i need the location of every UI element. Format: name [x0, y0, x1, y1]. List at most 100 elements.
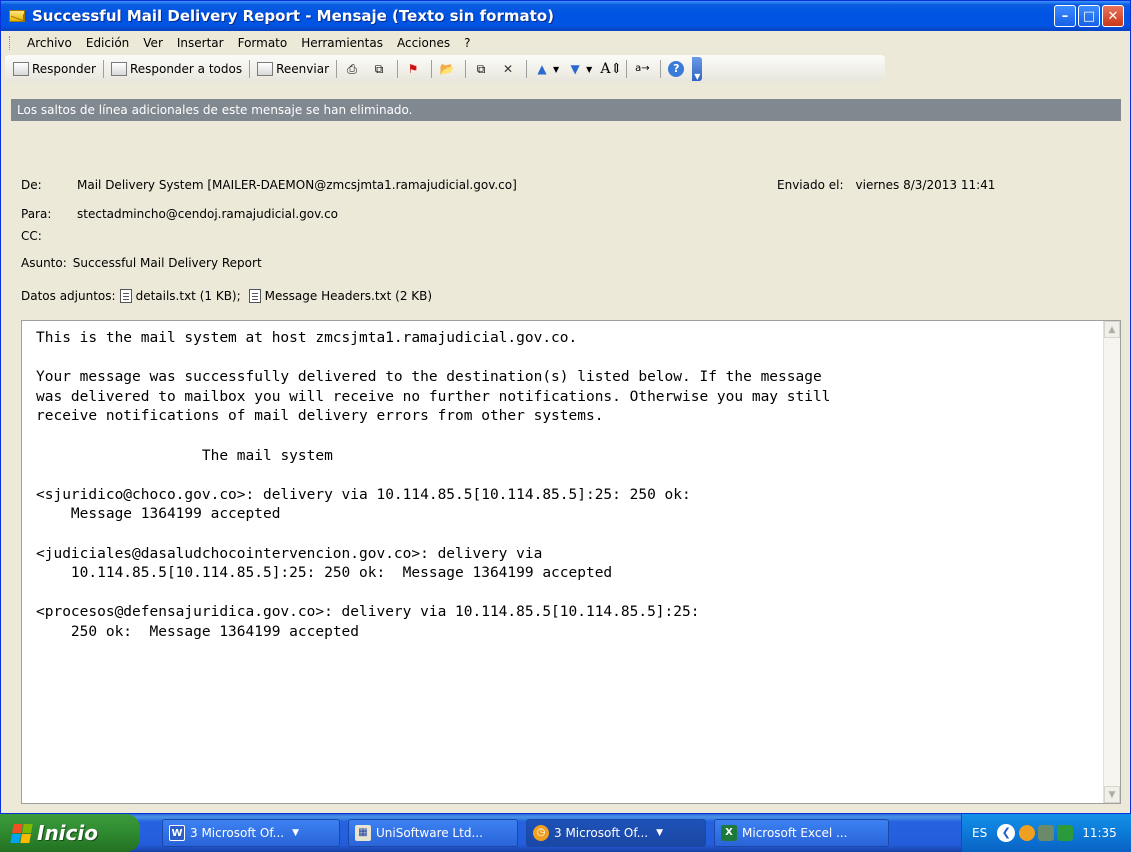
down-arrow-icon: ▼: [570, 62, 580, 76]
open-folder-button[interactable]: 📂: [435, 58, 462, 80]
toolbar-separator: [626, 60, 628, 78]
dropdown-icon: ▼: [553, 64, 560, 74]
language-indicator[interactable]: ES: [972, 826, 987, 840]
antivirus-icon[interactable]: [1057, 825, 1074, 841]
start-button[interactable]: Inicio: [0, 814, 140, 852]
outlook-icon: ◷: [533, 825, 549, 841]
show-hidden-icons-icon[interactable]: ❮: [997, 824, 1016, 842]
clock[interactable]: 11:35: [1082, 826, 1117, 840]
subject-value: Successful Mail Delivery Report: [72, 256, 262, 270]
envelope-icon: [9, 10, 25, 22]
task-excel[interactable]: X Microsoft Excel ...: [714, 819, 889, 847]
delete-icon: ✕: [502, 62, 514, 76]
window-title: Successful Mail Delivery Report - Mensaj…: [32, 7, 554, 25]
menu-archivo[interactable]: Archivo: [20, 34, 79, 52]
encoding-button[interactable]: a→: [630, 58, 657, 80]
attachments-row: Datos adjuntos: details.txt (1 KB); Mess…: [21, 289, 432, 303]
menu-insertar[interactable]: Insertar: [170, 34, 231, 52]
dropdown-icon: ▼: [586, 64, 593, 74]
toolbar-separator: [465, 60, 467, 78]
dropdown-icon: ▼: [656, 828, 664, 838]
next-button[interactable]: ▼ ▼: [563, 58, 596, 80]
from-row: De: Mail Delivery System [MAILER-DAEMON@…: [21, 178, 517, 192]
delete-button[interactable]: ✕: [496, 58, 523, 80]
forward-label: Reenviar: [276, 62, 330, 76]
sent-label: Enviado el:: [777, 178, 844, 192]
taskbar: Inicio W 3 Microsoft Of... ▼ ▦ UniSoftwa…: [0, 814, 1131, 852]
vertical-scrollbar[interactable]: ▲ ▼: [1103, 321, 1120, 803]
info-bar[interactable]: Los saltos de línea adicionales de este …: [11, 99, 1121, 121]
message-window: Successful Mail Delivery Report - Mensaj…: [0, 0, 1131, 814]
reply-label: Responder: [32, 62, 96, 76]
dropdown-icon: ▼: [292, 828, 300, 838]
forward-button[interactable]: Reenviar: [253, 58, 333, 80]
start-label: Inicio: [37, 821, 98, 845]
close-button[interactable]: ✕: [1102, 5, 1124, 27]
print-button[interactable]: ⎙: [340, 58, 367, 80]
font-size-icon: A⇕: [600, 61, 623, 77]
subject-label: Asunto:: [21, 256, 67, 270]
app-icon: ▦: [355, 825, 371, 841]
system-tray: ES ❮ 11:35: [961, 814, 1131, 852]
standard-toolbar: Responder Responder a todos Reenviar ⎙ ⧉…: [5, 55, 885, 83]
menu-grip[interactable]: [9, 36, 12, 50]
menu-ver[interactable]: Ver: [136, 34, 170, 52]
from-value[interactable]: Mail Delivery System [MAILER-DAEMON@zmcs…: [77, 178, 517, 192]
toolbar-separator: [336, 60, 338, 78]
title-bar[interactable]: Successful Mail Delivery Report - Mensaj…: [1, 1, 1130, 31]
network-icon[interactable]: [1038, 825, 1055, 841]
encoding-icon: a→: [635, 63, 650, 74]
task-label: UniSoftware Ltd...: [376, 826, 483, 840]
menu-herramientas[interactable]: Herramientas: [294, 34, 390, 52]
toolbar-options-icon[interactable]: ▼: [692, 57, 703, 81]
attachment-message-headers[interactable]: Message Headers.txt (2 KB): [265, 289, 432, 303]
previous-button[interactable]: ▲ ▼: [530, 58, 563, 80]
attachments-label: Datos adjuntos:: [21, 289, 116, 303]
menu-formato[interactable]: Formato: [231, 34, 295, 52]
task-unisoftware[interactable]: ▦ UniSoftware Ltd...: [348, 819, 518, 847]
minimize-button[interactable]: –: [1054, 5, 1076, 27]
font-size-button[interactable]: A⇕: [596, 58, 623, 80]
task-outlook[interactable]: ◷ 3 Microsoft Of... ▼: [526, 819, 706, 847]
toolbar-separator: [397, 60, 399, 78]
flag-icon: ⚑: [407, 62, 419, 76]
reply-all-button[interactable]: Responder a todos: [107, 58, 246, 80]
to-value[interactable]: stectadmincho@cendoj.ramajudicial.gov.co: [77, 207, 338, 221]
up-arrow-icon: ▲: [537, 62, 547, 76]
task-label: 3 Microsoft Of...: [554, 826, 649, 840]
maximize-button[interactable]: □: [1078, 5, 1100, 27]
toolbar-separator: [249, 60, 251, 78]
reply-icon: [13, 62, 29, 76]
help-button[interactable]: ?: [664, 58, 688, 80]
menu-acciones[interactable]: Acciones: [390, 34, 457, 52]
cc-label: CC:: [21, 229, 42, 243]
sent-row: Enviado el: viernes 8/3/2013 11:41: [777, 178, 995, 192]
message-body-text: This is the mail system at host zmcsjmta…: [36, 330, 831, 640]
menu-bar: Archivo Edición Ver Insertar Formato Her…: [1, 31, 1130, 55]
menu-help[interactable]: ?: [457, 34, 477, 52]
attachment-details[interactable]: details.txt (1 KB);: [136, 289, 241, 303]
text-file-icon: [248, 289, 261, 303]
task-label: 3 Microsoft Of...: [190, 826, 285, 840]
help-icon: ?: [668, 61, 685, 77]
folder-icon: 📂: [439, 62, 455, 76]
sent-value: viernes 8/3/2013 11:41: [855, 178, 996, 192]
task-word[interactable]: W 3 Microsoft Of... ▼: [162, 819, 340, 847]
cc-row: CC:: [21, 229, 77, 243]
scroll-up-icon[interactable]: ▲: [1104, 321, 1120, 338]
message-body[interactable]: This is the mail system at host zmcsjmta…: [21, 320, 1121, 804]
flag-button[interactable]: ⚑: [401, 58, 428, 80]
copy-icon: ⧉: [374, 62, 384, 76]
excel-icon: X: [721, 825, 737, 841]
from-label: De:: [21, 178, 42, 192]
forward-icon: [257, 62, 274, 76]
clock-app-icon[interactable]: [1019, 825, 1036, 841]
menu-edicion[interactable]: Edición: [79, 34, 136, 52]
message-header: De: Mail Delivery System [MAILER-DAEMON@…: [11, 121, 1121, 319]
copy-button[interactable]: ⧉: [367, 58, 394, 80]
word-icon: W: [169, 825, 185, 841]
scroll-down-icon[interactable]: ▼: [1104, 786, 1120, 803]
move-button[interactable]: ⧉: [469, 58, 496, 80]
reply-button[interactable]: Responder: [9, 58, 100, 80]
window-controls: – □ ✕: [1054, 5, 1124, 27]
